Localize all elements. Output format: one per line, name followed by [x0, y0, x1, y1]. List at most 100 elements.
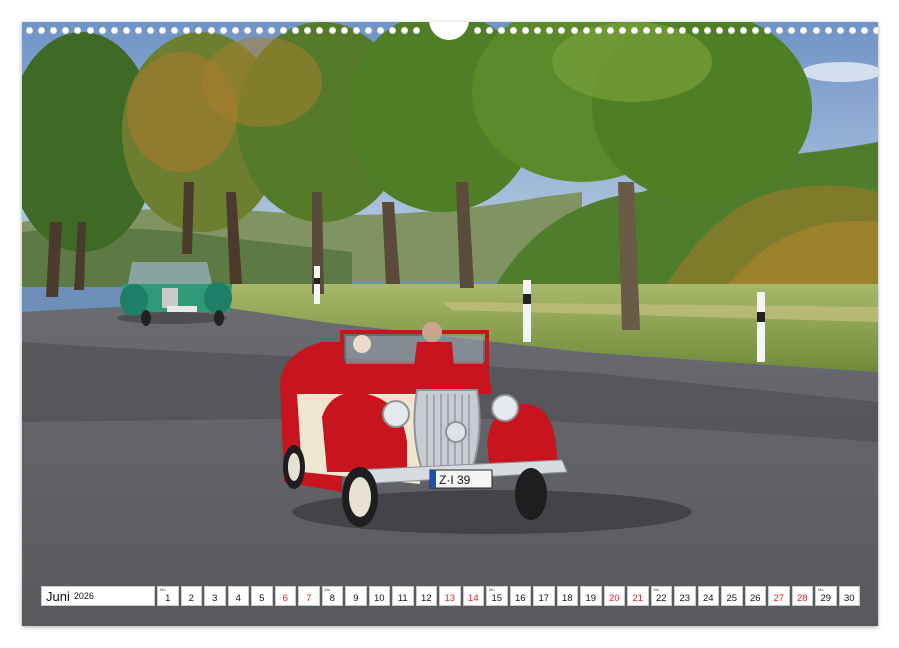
day-number: 7 [299, 593, 319, 604]
day-number: 9 [346, 593, 366, 604]
weekday-label: Mo [489, 587, 495, 592]
day-cell: 6 [275, 586, 297, 606]
binding-hole [232, 27, 239, 34]
day-cell: 9 [345, 586, 367, 606]
day-cell: 21 [627, 586, 649, 606]
binding-hole [498, 27, 505, 34]
binding-hole [522, 27, 529, 34]
binding-hole [304, 27, 311, 34]
day-cell: 7 [298, 586, 320, 606]
binding-hole [377, 27, 384, 34]
weekday-label: Mo [160, 587, 166, 592]
binding-hole [800, 27, 807, 34]
month-label-box: Juni 2026 [41, 586, 155, 606]
day-number: 3 [205, 593, 225, 604]
day-number: 21 [628, 593, 648, 604]
binding-hole [220, 27, 227, 34]
day-number: 12 [417, 593, 437, 604]
photo-classic-cars-country-road: Z·I 39 [22, 22, 878, 626]
day-cell: 4 [228, 586, 250, 606]
day-number: 28 [793, 593, 813, 604]
binding-hole [631, 27, 638, 34]
binding-hole [341, 27, 348, 34]
day-number: 14 [464, 593, 484, 604]
binding-hole [716, 27, 723, 34]
weekday-label: Mo [654, 587, 660, 592]
day-cell: Mo22 [651, 586, 673, 606]
day-number: 15 [487, 593, 507, 604]
day-cell: 20 [604, 586, 626, 606]
day-cell: Mo8 [322, 586, 344, 606]
day-number: 4 [229, 593, 249, 604]
binding-hole [353, 27, 360, 34]
binding-hole [595, 27, 602, 34]
binding-hole [679, 27, 686, 34]
day-cell: 25 [721, 586, 743, 606]
binding-hole [111, 27, 118, 34]
binding-hole [135, 27, 142, 34]
day-cell: 14 [463, 586, 485, 606]
binding-hole [280, 27, 287, 34]
day-number: 24 [699, 593, 719, 604]
day-cell: 24 [698, 586, 720, 606]
binding-hole [292, 27, 299, 34]
day-cell: Mo15 [486, 586, 508, 606]
binding-hole [87, 27, 94, 34]
day-cell: Mo1 [157, 586, 179, 606]
binding-hole [825, 27, 832, 34]
day-cell: 3 [204, 586, 226, 606]
month-name: Juni [46, 589, 70, 604]
day-number: 27 [769, 593, 789, 604]
day-number: 23 [675, 593, 695, 604]
binding-hole [486, 27, 493, 34]
day-number: 25 [722, 593, 742, 604]
binding-hole [607, 27, 614, 34]
binding-hole [316, 27, 323, 34]
binding-hole [813, 27, 820, 34]
binding-hole [38, 27, 45, 34]
day-number: 18 [558, 593, 578, 604]
day-cell: 30 [839, 586, 861, 606]
day-cell: 17 [533, 586, 555, 606]
day-number: 5 [252, 593, 272, 604]
binding-hole [728, 27, 735, 34]
day-cell: 13 [439, 586, 461, 606]
day-cell: Mo29 [815, 586, 837, 606]
day-number: 11 [393, 593, 413, 604]
binding-hole [740, 27, 747, 34]
binding-hole [583, 27, 590, 34]
day-cell: 16 [510, 586, 532, 606]
day-cell: 19 [580, 586, 602, 606]
binding-hole [837, 27, 844, 34]
day-cell: 11 [392, 586, 414, 606]
binding-hole [546, 27, 553, 34]
binding-hole [256, 27, 263, 34]
binding-hole [558, 27, 565, 34]
binding-hole [667, 27, 674, 34]
binding-hole [62, 27, 69, 34]
binding-hole [244, 27, 251, 34]
day-cell: 2 [181, 586, 203, 606]
binding-hole [99, 27, 106, 34]
day-number: 8 [323, 593, 343, 604]
binding-hole [861, 27, 868, 34]
calendar-page: Z·I 39 Juni 2026 Mo1234567Mo891011121314… [22, 22, 878, 626]
binding-hole [401, 27, 408, 34]
weekday-label: Mo [818, 587, 824, 592]
day-cell: 27 [768, 586, 790, 606]
binding-hole [474, 27, 481, 34]
weekday-label: Mo [325, 587, 331, 592]
binding-hole [26, 27, 33, 34]
binding-hole [873, 27, 878, 34]
license-plate-text: Z·I 39 [439, 473, 471, 487]
binding-hole [159, 27, 166, 34]
day-number: 17 [534, 593, 554, 604]
binding-hole [268, 27, 275, 34]
binding-hole [123, 27, 130, 34]
binding-hole [510, 27, 517, 34]
binding-hole [788, 27, 795, 34]
calendar-strip: Juni 2026 Mo1234567Mo891011121314Mo15161… [41, 586, 860, 606]
month-year: 2026 [74, 591, 94, 601]
binding-hole [147, 27, 154, 34]
day-number: 20 [605, 593, 625, 604]
